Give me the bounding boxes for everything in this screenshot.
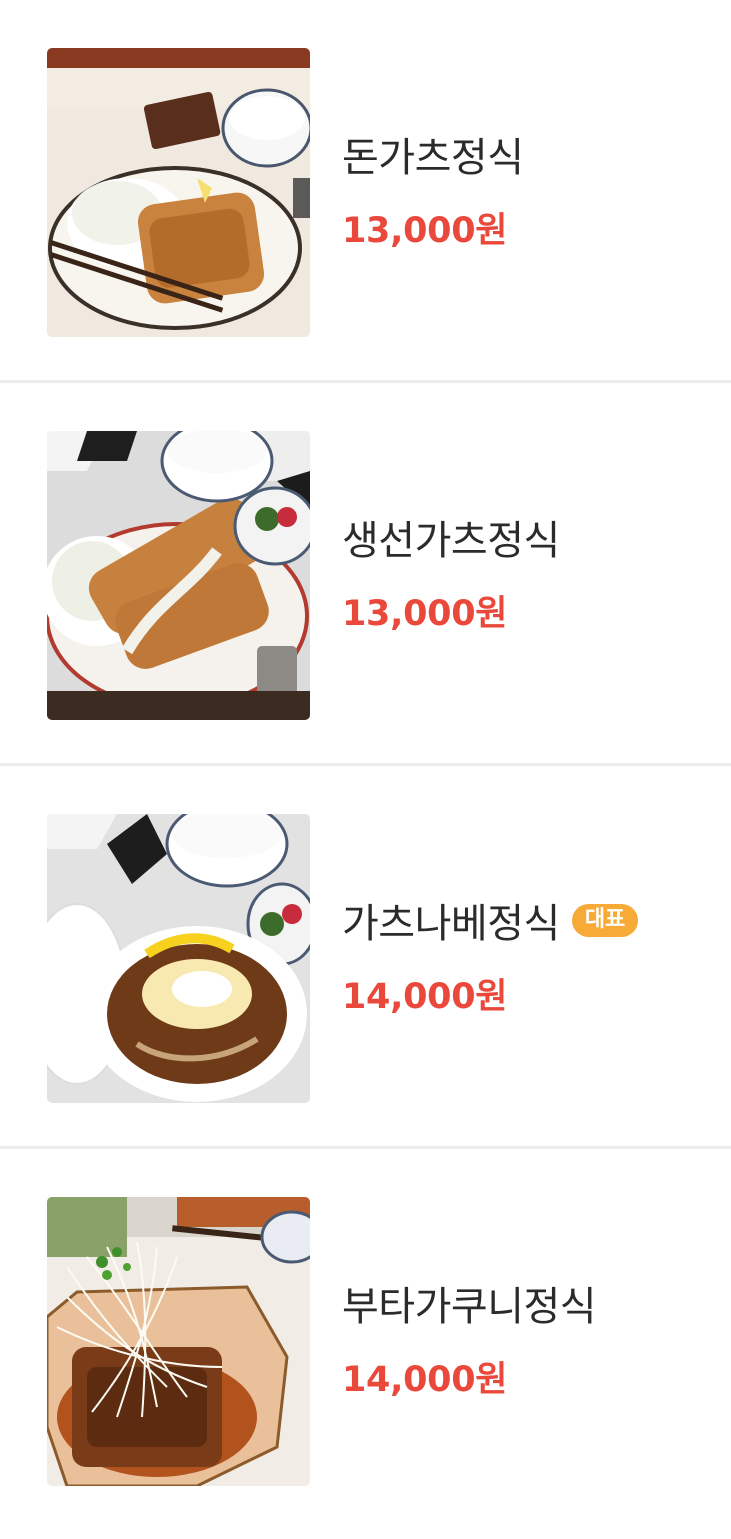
menu-item-name-row: 돈가츠정식 [342, 128, 524, 181]
menu-item-info: 생선가츠정식 13,000원 [342, 511, 560, 636]
menu-item-name: 부타가쿠니정식 [342, 1284, 597, 1330]
menu-item[interactable]: 돈가츠정식 13,000원 [0, 0, 731, 383]
menu-item[interactable]: 생선가츠정식 13,000원 [0, 383, 731, 766]
menu-item-info: 부타가쿠니정식 14,000원 [342, 1277, 597, 1402]
menu-item-price: 13,000원 [342, 594, 508, 634]
menu-item-info: 가츠나베정식 대표 14,000원 [342, 894, 639, 1019]
menu-item-name: 가츠나베정식 [342, 901, 560, 947]
menu-item-name-row: 부타가쿠니정식 [342, 1277, 597, 1330]
menu-item-price: 14,000원 [342, 977, 508, 1017]
menu-item-name-row: 가츠나베정식 대표 [342, 894, 639, 947]
tonkatsu-set-photo[interactable] [47, 48, 310, 337]
menu-item-name-row: 생선가츠정식 [342, 511, 560, 564]
menu-item[interactable]: 가츠나베정식 대표 14,000원 [0, 766, 731, 1149]
menu-list: 돈가츠정식 13,000원 생선가츠정식 13,000원 가츠나베정식 대표 1… [0, 0, 731, 1532]
buta-kakuni-set-photo[interactable] [47, 1197, 310, 1486]
menu-item-price: 14,000원 [342, 1360, 508, 1400]
katsu-nabe-set-photo[interactable] [47, 814, 310, 1103]
menu-item-name: 생선가츠정식 [342, 518, 560, 564]
fish-katsu-set-photo[interactable] [47, 431, 310, 720]
signature-badge: 대표 [571, 903, 639, 937]
menu-item-name: 돈가츠정식 [342, 135, 524, 181]
menu-item-price: 13,000원 [342, 211, 508, 251]
menu-item[interactable]: 부타가쿠니정식 14,000원 [0, 1149, 731, 1532]
menu-item-info: 돈가츠정식 13,000원 [342, 128, 524, 253]
